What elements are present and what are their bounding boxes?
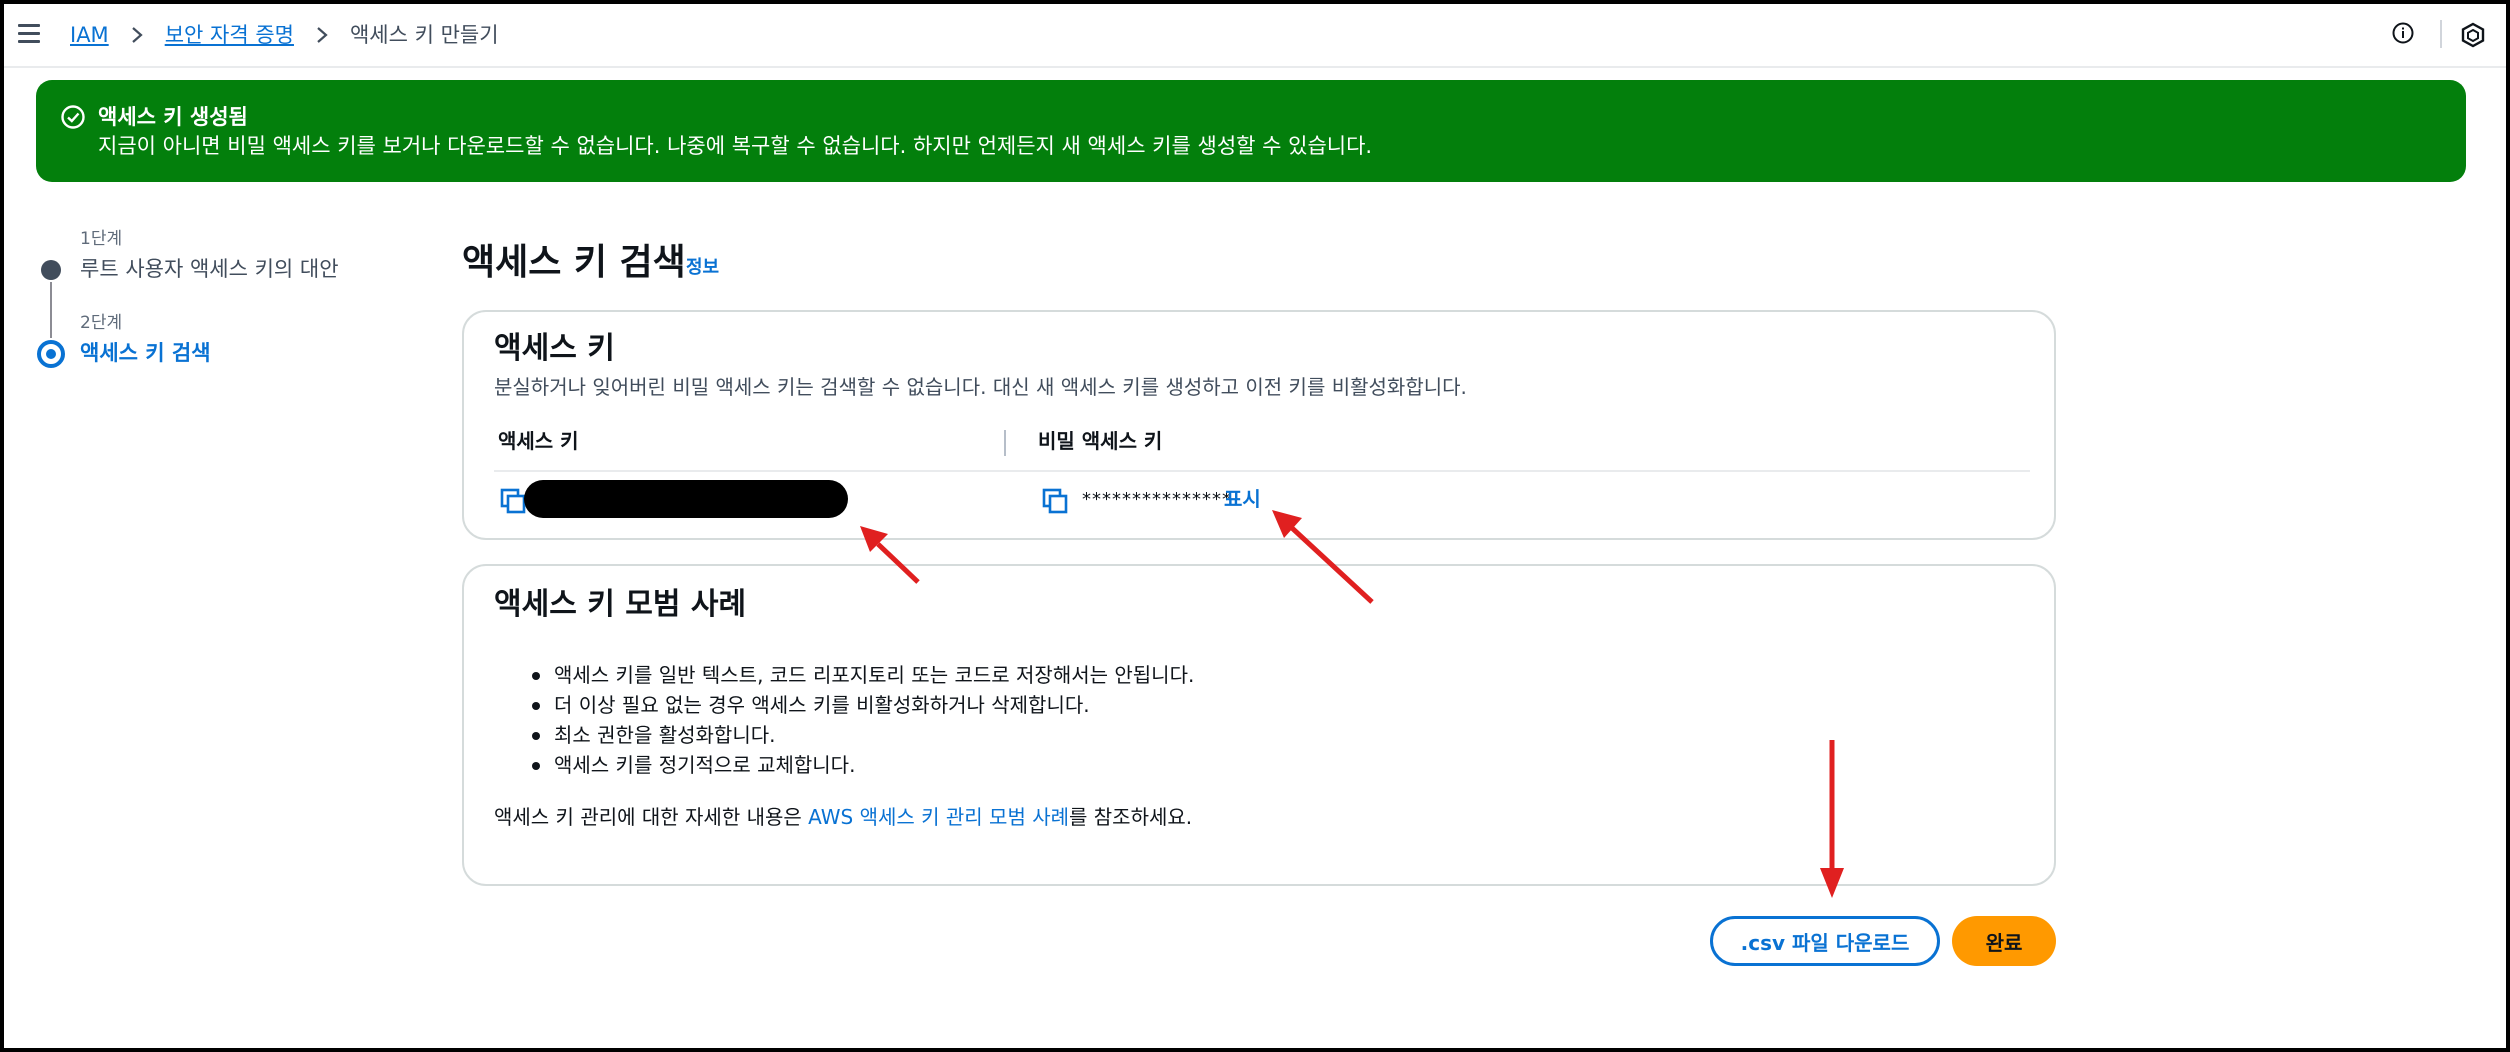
secret-key-masked: *************** bbox=[1082, 489, 1232, 510]
secret-key-column-header: 비밀 액세스 키 bbox=[1038, 429, 1163, 453]
download-csv-button[interactable]: .csv 파일 다운로드 bbox=[1710, 916, 1940, 966]
list-item: 액세스 키를 일반 텍스트, 코드 리포지토리 또는 코드로 저장해서는 안됩니… bbox=[531, 660, 1194, 690]
success-flashbar: 액세스 키 생성됨 지금이 아니면 비밀 액세스 키를 보거나 다운로드할 수 … bbox=[36, 80, 2466, 182]
step-2-number: 2단계 bbox=[80, 313, 123, 333]
access-key-title: 액세스 키 bbox=[494, 331, 615, 366]
access-key-column-header: 액세스 키 bbox=[498, 429, 579, 453]
info-icon[interactable] bbox=[2392, 22, 2414, 44]
breadcrumb-current: 액세스 키 만들기 bbox=[349, 23, 499, 47]
best-practices-title: 액세스 키 모범 사례 bbox=[494, 587, 747, 622]
redacted-access-key bbox=[524, 480, 848, 518]
feedback-icon[interactable] bbox=[2460, 22, 2486, 48]
step-connector bbox=[50, 282, 52, 338]
best-practices-link[interactable]: AWS 액세스 키 관리 모범 사례 bbox=[808, 805, 1069, 829]
step-1-label[interactable]: 루트 사용자 액세스 키의 대안 bbox=[80, 254, 339, 284]
breadcrumb: IAM 보안 자격 증명 액세스 키 만들기 bbox=[70, 20, 499, 50]
chevron-right-icon bbox=[131, 20, 143, 50]
best-practices-list: 액세스 키를 일반 텍스트, 코드 리포지토리 또는 코드로 저장해서는 안됩니… bbox=[531, 660, 1194, 780]
column-divider bbox=[1004, 430, 1006, 456]
list-item: 액세스 키를 정기적으로 교체합니다. bbox=[531, 750, 1194, 780]
flash-message: 지금이 아니면 비밀 액세스 키를 보거나 다운로드할 수 없습니다. 나중에 … bbox=[98, 134, 1373, 158]
access-key-container: 액세스 키 분실하거나 잊어버린 비밀 액세스 키는 검색할 수 없습니다. 대… bbox=[462, 310, 2056, 540]
top-navigation: IAM 보안 자격 증명 액세스 키 만들기 bbox=[0, 0, 2510, 68]
list-item: 최소 권한을 활성화합니다. bbox=[531, 720, 1194, 750]
menu-icon[interactable] bbox=[18, 24, 40, 44]
toolbar-divider bbox=[2440, 20, 2442, 48]
show-secret-link[interactable]: 표시 bbox=[1224, 484, 1261, 514]
flash-title: 액세스 키 생성됨 bbox=[98, 105, 248, 129]
chevron-right-icon bbox=[316, 20, 328, 50]
footer-prefix: 액세스 키 관리에 대한 자세한 내용은 bbox=[494, 805, 809, 829]
list-item: 더 이상 필요 없는 경우 액세스 키를 비활성화하거나 삭제합니다. bbox=[531, 690, 1194, 720]
done-button[interactable]: 완료 bbox=[1952, 916, 2056, 966]
row-divider bbox=[494, 470, 2030, 472]
best-practices-container: 액세스 키 모범 사례 액세스 키를 일반 텍스트, 코드 리포지토리 또는 코… bbox=[462, 564, 2056, 886]
step-1-indicator bbox=[41, 260, 61, 280]
page-title: 액세스 키 검색 bbox=[462, 242, 686, 283]
access-key-description: 분실하거나 잊어버린 비밀 액세스 키는 검색할 수 없습니다. 대신 새 액세… bbox=[494, 375, 1467, 399]
step-2-label: 액세스 키 검색 bbox=[80, 341, 211, 365]
breadcrumb-security-credentials[interactable]: 보안 자격 증명 bbox=[165, 20, 294, 50]
step-1-number: 1단계 bbox=[80, 229, 123, 249]
copy-secret-key-icon[interactable] bbox=[1042, 488, 1068, 514]
info-link[interactable]: 정보 bbox=[686, 256, 719, 280]
footer-suffix: 를 참조하세요. bbox=[1069, 805, 1193, 829]
copy-access-key-icon[interactable] bbox=[500, 488, 526, 514]
check-circle-icon bbox=[60, 104, 86, 130]
step-2-indicator bbox=[37, 340, 65, 368]
breadcrumb-iam[interactable]: IAM bbox=[70, 20, 109, 50]
best-practices-footer: 액세스 키 관리에 대한 자세한 내용은 AWS 액세스 키 관리 모범 사례를… bbox=[494, 802, 1192, 832]
